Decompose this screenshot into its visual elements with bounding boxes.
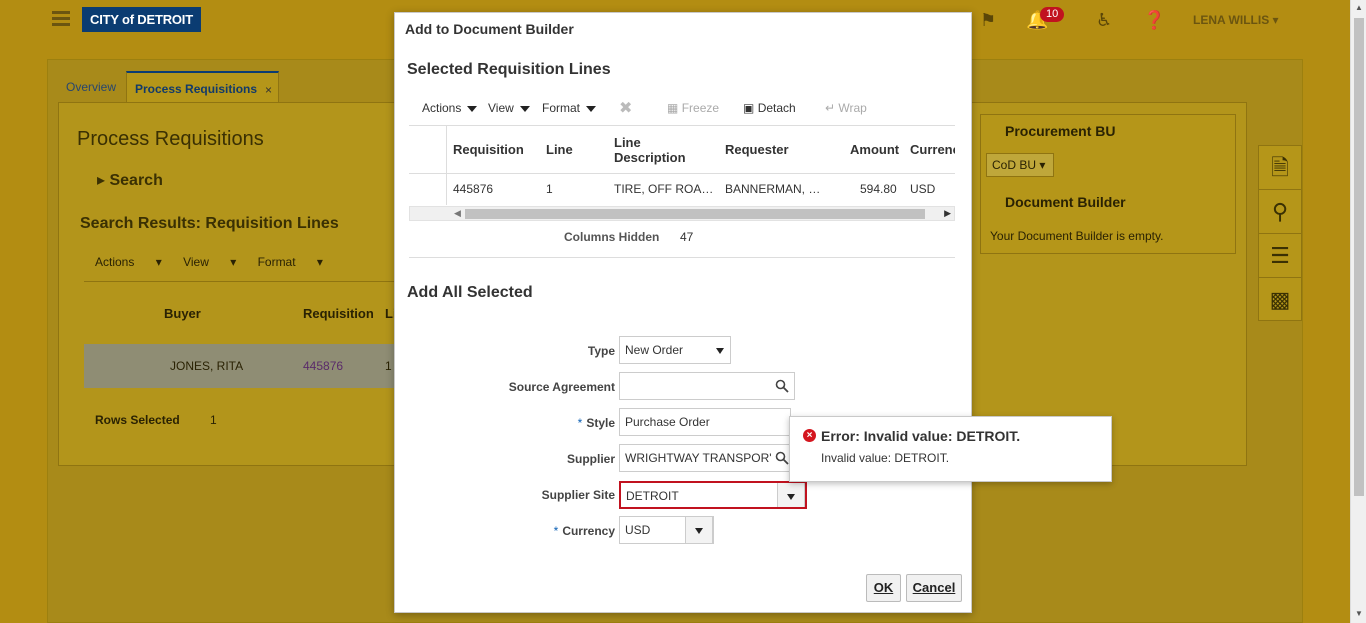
results-table: Buyer Requisition Li JONES, RITA 445876 … [84,281,397,406]
cell-amount: 594.80 [860,182,897,196]
add-to-document-builder-dialog: Add to Document Builder Selected Requisi… [394,12,972,613]
error-message: Invalid value: DETROIT. [821,451,950,465]
scroll-thumb[interactable] [1354,18,1364,496]
view-menu[interactable]: View [488,101,530,115]
chevron-down-icon [695,528,703,534]
search-toggle[interactable]: ▸ Search [97,170,163,190]
cell-currency: USD [910,182,936,196]
rows-selected-value: 1 [210,413,217,427]
wrap-button[interactable]: ↵ Wrap [825,101,867,115]
ok-button[interactable]: OK [866,574,901,602]
cell-requester: BANNERMAN, … [725,182,821,196]
scroll-right-icon[interactable]: ▶ [944,208,951,219]
required-mark: * [553,524,559,538]
document-builder-title[interactable]: Document Builder [1005,194,1126,210]
cancel-button[interactable]: Cancel [906,574,962,602]
currency-dropdown-button[interactable] [685,517,713,543]
dialog-title: Add to Document Builder [405,21,574,37]
wrap-icon: ↵ [825,101,836,115]
menu-icon[interactable] [52,11,70,27]
supplier-site-label: Supplier Site [541,488,615,502]
user-menu[interactable]: LENA WILLIS ▾ [1193,13,1279,27]
style-label: * Style [577,416,615,430]
source-agreement-label: Source Agreement [508,380,615,394]
col-requisition[interactable]: Requisition [303,306,374,321]
freeze-icon: ▦ [667,101,679,115]
notification-badge: 10 [1040,7,1065,22]
type-select[interactable]: New Order [619,336,731,364]
cell-line: 1 [546,182,553,196]
detach-icon: ▣ [743,101,755,115]
supplier-label: Supplier [566,452,615,466]
row-selector-column[interactable] [409,126,447,205]
table-horizontal-scrollbar[interactable]: ◀ ▶ [409,206,955,221]
search-icon[interactable]: ⚲ [1259,190,1301,234]
type-label: Type [587,344,615,358]
flag-icon[interactable]: ⚑ [980,10,996,31]
col-line-description[interactable]: Line Description [614,135,686,165]
scroll-thumb[interactable] [465,209,925,219]
help-icon[interactable]: ❓ [1143,10,1165,31]
view-menu[interactable]: View ▾ [183,255,236,269]
cell-line: 1 [385,359,392,373]
scroll-down-icon[interactable]: ▼ [1355,609,1363,618]
procurement-bu-title[interactable]: Procurement BU [1005,123,1115,139]
accessibility-icon[interactable]: ♿ [1096,10,1112,31]
add-all-selected-title: Add All Selected [407,284,533,301]
scroll-left-icon[interactable]: ◀ [454,208,461,219]
col-requisition[interactable]: Requisition [453,142,524,157]
list-icon[interactable]: ☰ [1259,234,1301,278]
col-currency[interactable]: Currenc [910,142,955,157]
page-scrollbar[interactable]: ▲ ▼ [1350,0,1366,623]
results-toolbar: Actions ▾ View ▾ Format ▾ [95,255,341,269]
table-row[interactable]: JONES, RITA 445876 1 [84,344,394,388]
format-menu[interactable]: Format ▾ [258,255,323,269]
columns-hidden-label: Columns Hidden [564,230,660,244]
document-icon[interactable]: 🗎 [1259,146,1301,190]
document-builder-empty: Your Document Builder is empty. [990,229,1164,243]
brand-logo[interactable]: CITY of DETROIT [82,7,201,32]
scroll-up-icon[interactable]: ▲ [1355,3,1363,12]
cell-requisition-link[interactable]: 445876 [303,359,343,373]
error-popup: × Error: Invalid value: DETROIT. Invalid… [789,416,1112,482]
selected-lines-title: Selected Requisition Lines [407,61,611,78]
currency-select[interactable]: USD [619,516,714,544]
cell-requisition: 445876 [453,182,494,196]
delete-icon[interactable]: ✖ [619,98,632,118]
actions-menu[interactable]: Actions [422,101,478,115]
col-requester[interactable]: Requester [725,142,789,157]
currency-label: * Currency [553,524,615,538]
supplier-site-dropdown-button[interactable] [777,483,805,507]
results-title: Search Results: Requisition Lines [80,215,339,232]
style-select[interactable]: Purchase Order [619,408,791,436]
side-toolbar: 🗎 ⚲ ☰ ▩ [1258,145,1302,321]
tab-overview[interactable]: Overview [66,71,116,103]
cell-line-description: TIRE, OFF ROA… [614,182,714,196]
cell-buyer: JONES, RITA [170,359,244,373]
columns-hidden-value: 47 [680,230,694,244]
col-amount[interactable]: Amount [850,142,899,157]
page-title: Process Requisitions [77,128,264,150]
actions-menu[interactable]: Actions ▾ [95,255,162,269]
detach-button[interactable]: ▣ Detach [743,101,796,115]
supplier-input[interactable]: WRIGHTWAY TRANSPOR' [619,444,795,472]
col-buyer[interactable]: Buyer [164,306,201,321]
col-line[interactable]: Line [546,142,573,157]
selected-lines-table: Requisition Line Line Description Request… [409,125,955,205]
supplier-site-select[interactable]: DETROIT [619,481,807,509]
error-icon: × [803,429,816,442]
divider [409,257,955,258]
chart-icon[interactable]: ▩ [1259,278,1301,322]
freeze-button[interactable]: ▦ Freeze [667,101,719,115]
tab-process-requisitions[interactable]: Process Requisitions × [126,71,279,103]
required-mark: * [577,416,583,430]
search-icon[interactable] [775,379,789,393]
chevron-down-icon [787,494,795,500]
rows-selected-label: Rows Selected [95,413,180,427]
source-agreement-input[interactable] [619,372,795,400]
search-icon[interactable] [775,451,789,465]
procurement-bu-select[interactable]: CoD BU ▾ [986,153,1054,177]
format-menu[interactable]: Format [542,101,597,115]
error-title: Error: Invalid value: DETROIT. [821,428,1021,444]
